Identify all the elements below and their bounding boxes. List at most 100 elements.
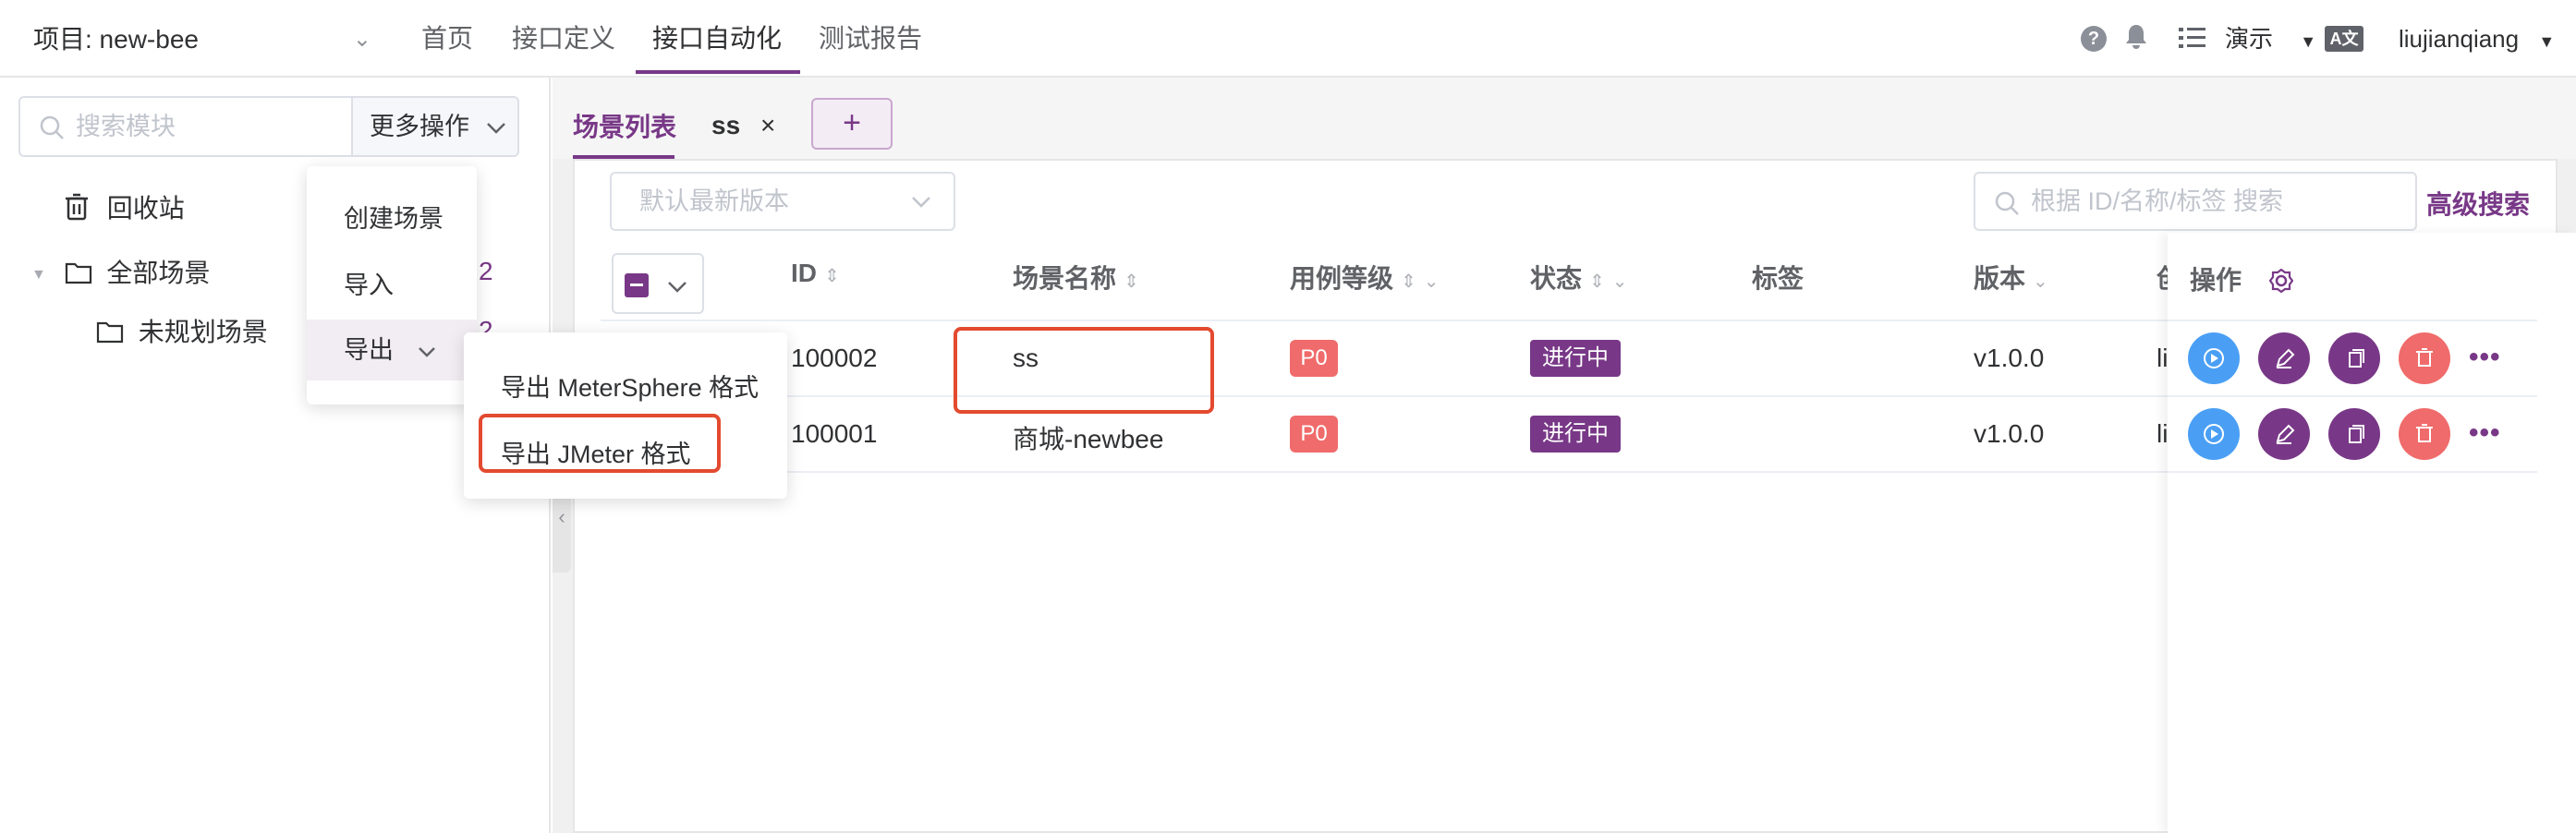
tree-item-unplanned[interactable]: 未规划场景: [96, 314, 268, 351]
copy-button[interactable]: [2328, 332, 2380, 384]
language-icon[interactable]: A文: [2325, 26, 2363, 52]
advanced-search-link[interactable]: 高级搜索: [2426, 185, 2530, 222]
more-operations-dropdown: 创建场景 导入 导出: [307, 166, 477, 404]
column-header-id[interactable]: ID ⇕: [791, 259, 840, 288]
edit-button[interactable]: [2258, 408, 2310, 460]
project-selector[interactable]: 项目: new-bee ⌄: [33, 18, 375, 61]
filter-chevron-icon[interactable]: ⌄: [1612, 272, 1628, 292]
play-icon: [2204, 348, 2224, 368]
indeterminate-checkbox-icon: [625, 273, 649, 297]
sort-icon[interactable]: ⇕: [824, 266, 840, 286]
play-icon: [2204, 424, 2224, 444]
sort-icon[interactable]: ⇕: [1124, 272, 1139, 292]
tab-ss-label: ss: [711, 111, 741, 139]
all-scenarios-label: 全部场景: [106, 259, 211, 287]
project-label: 项目: new-bee: [33, 25, 199, 54]
filter-chevron-icon[interactable]: ⌄: [2033, 272, 2048, 292]
copy-icon: [2349, 425, 2364, 443]
chevron-down-icon: ⌄: [352, 27, 371, 52]
chevron-left-icon: ‹: [558, 505, 565, 528]
delete-button[interactable]: [2399, 332, 2450, 384]
list-icon[interactable]: [2179, 24, 2206, 57]
chevron-down-icon: [486, 122, 505, 134]
caret-down-icon: ▼: [2300, 32, 2317, 51]
column-header-version[interactable]: 版本 ⌄: [1974, 259, 2048, 296]
more-ops-label: 更多操作: [370, 113, 469, 140]
column-header-name[interactable]: 场景名称 ⇕: [1013, 259, 1139, 296]
bell-icon[interactable]: [2123, 22, 2151, 55]
menu-item-import[interactable]: 导入: [307, 255, 477, 316]
caret-expanded-icon: ▼: [31, 267, 46, 283]
tree-item-recycle-bin[interactable]: 回收站: [65, 190, 185, 227]
column-header-tags: 标签: [1752, 264, 1804, 293]
column-header-level[interactable]: 用例等级 ⇕ ⌄: [1290, 259, 1440, 296]
operations-column: [2168, 233, 2576, 833]
column-ops-label: 操作: [2190, 266, 2242, 295]
column-name-label: 场景名称: [1013, 264, 1117, 293]
nav-active-indicator: [636, 70, 800, 74]
column-level-label: 用例等级: [1290, 264, 1394, 293]
user-menu[interactable]: liujianqiang ▼: [2399, 22, 2555, 55]
search-icon: [1995, 191, 2019, 215]
nav-test-report[interactable]: 测试报告: [819, 0, 922, 76]
cell-id: 100002: [791, 344, 878, 372]
run-button[interactable]: [2188, 332, 2240, 384]
pencil-icon: [2276, 424, 2295, 444]
top-header: 项目: new-bee ⌄ 首页 接口定义 接口自动化 测试报告 ? 演示 ▼ …: [0, 0, 2576, 78]
copy-button[interactable]: [2328, 408, 2380, 460]
add-tab-button[interactable]: +: [811, 98, 893, 150]
cell-creator: li: [2157, 419, 2169, 448]
chevron-down-icon: [912, 197, 930, 208]
highlight-box: [954, 327, 1214, 414]
recycle-bin-label: 回收站: [106, 194, 185, 223]
row-divider: [2168, 471, 2537, 473]
level-badge: P0: [1290, 340, 1338, 377]
settings-gear-icon[interactable]: [2268, 268, 2294, 294]
more-actions-icon[interactable]: •••: [2469, 342, 2501, 373]
nav-api-automation[interactable]: 接口自动化: [652, 0, 782, 76]
copy-icon: [2349, 349, 2364, 368]
pencil-icon: [2276, 348, 2295, 368]
more-operations-button[interactable]: 更多操作: [351, 96, 519, 157]
module-search-input[interactable]: 搜索模块: [18, 96, 353, 157]
workspace-select[interactable]: 演示 ▼: [2225, 22, 2316, 55]
unplanned-label: 未规划场景: [138, 318, 268, 346]
version-select[interactable]: 默认最新版本: [610, 172, 955, 231]
tab-ss[interactable]: ss ×: [711, 111, 775, 140]
cell-version: v1.0.0: [1974, 419, 2045, 448]
delete-button[interactable]: [2399, 408, 2450, 460]
chevron-down-icon: [418, 346, 435, 357]
nav-home[interactable]: 首页: [421, 0, 473, 76]
tree-item-all-scenarios[interactable]: ▼ 全部场景: [31, 255, 210, 294]
menu-item-export[interactable]: 导出: [307, 320, 477, 380]
menu-item-export-metersphere[interactable]: 导出 MeterSphere 格式: [501, 368, 759, 404]
status-badge: 进行中: [1530, 416, 1621, 453]
scenario-search-input[interactable]: 根据 ID/名称/标签 搜索: [1974, 172, 2417, 231]
cell-name[interactable]: 商城-newbee: [1013, 419, 1163, 456]
run-button[interactable]: [2188, 408, 2240, 460]
menu-item-create-scenario[interactable]: 创建场景: [307, 188, 477, 249]
highlight-box: [479, 414, 721, 473]
more-actions-icon[interactable]: •••: [2469, 417, 2501, 449]
username: liujianqiang: [2399, 25, 2520, 53]
status-badge: 进行中: [1530, 340, 1621, 377]
nav-api-definition[interactable]: 接口定义: [512, 0, 615, 76]
column-header-status[interactable]: 状态 ⇕ ⌄: [1530, 259, 1628, 296]
column-id-label: ID: [791, 259, 817, 287]
column-version-label: 版本: [1974, 264, 2026, 293]
cell-id: 100001: [791, 419, 878, 448]
workspace-label: 演示: [2225, 25, 2274, 53]
folder-icon: [65, 262, 91, 284]
trash-icon: [66, 193, 88, 221]
select-all-checkbox[interactable]: [612, 253, 704, 314]
tab-scenario-list[interactable]: 场景列表: [573, 107, 676, 144]
sort-icon[interactable]: ⇕: [1589, 272, 1605, 292]
close-icon[interactable]: ×: [760, 111, 775, 139]
sort-icon[interactable]: ⇕: [1401, 272, 1416, 292]
filter-chevron-icon[interactable]: ⌄: [1424, 272, 1440, 292]
edit-button[interactable]: [2258, 332, 2310, 384]
row-divider: [2168, 320, 2537, 321]
help-icon[interactable]: ?: [2081, 26, 2107, 52]
level-badge: P0: [1290, 416, 1338, 453]
trash-icon: [2416, 424, 2433, 442]
